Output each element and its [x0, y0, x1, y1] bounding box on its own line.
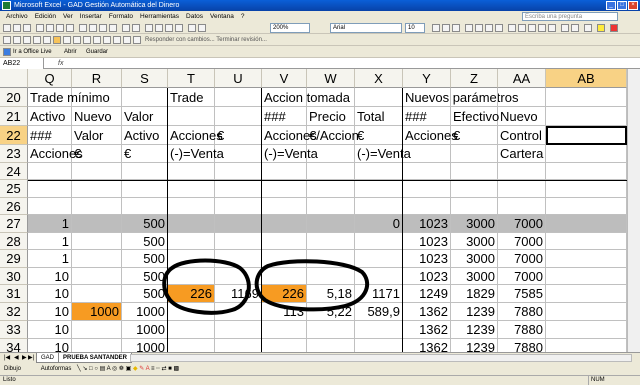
circle-annotation-accion — [254, 259, 370, 312]
circle-annotation-trade — [162, 258, 251, 315]
hand-drawn-annotations — [162, 258, 370, 315]
